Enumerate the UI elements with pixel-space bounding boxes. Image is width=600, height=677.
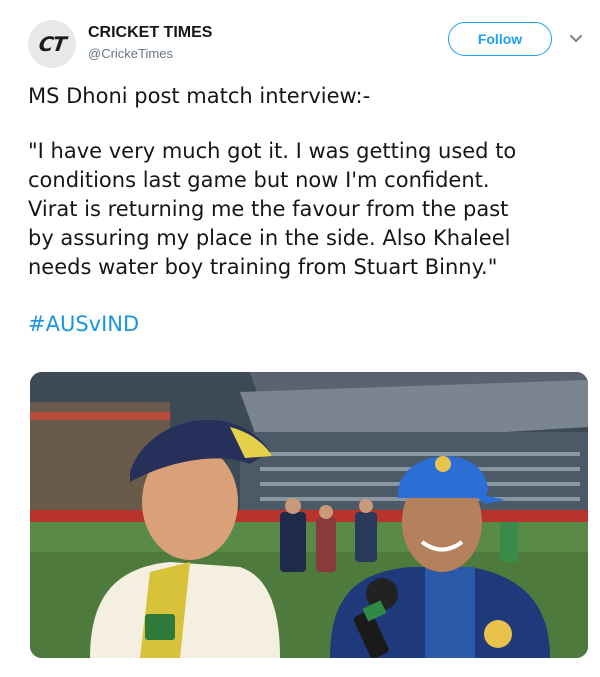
follow-button[interactable]: Follow	[448, 22, 552, 56]
tweet-line: MS Dhoni post match interview:-	[28, 84, 371, 108]
tweet-quote: "I have very much got it. I was getting …	[28, 139, 517, 279]
author-handle[interactable]: @CrickeTimes	[88, 46, 173, 61]
tweet-media-photo[interactable]: G	[30, 372, 588, 658]
hashtag-link[interactable]: #AUSvIND	[28, 312, 139, 336]
tweet-text: MS Dhoni post match interview:- "I have …	[28, 82, 588, 339]
chevron-down-icon[interactable]	[568, 30, 584, 46]
interview-photo: G	[30, 372, 588, 658]
avatar[interactable]: CT	[28, 20, 76, 68]
tweet-header: CT CRICKET TIMES @CrickeTimes Follow	[28, 18, 588, 68]
author-name[interactable]: CRICKET TIMES	[88, 24, 212, 42]
avatar-logo: CT	[37, 32, 67, 56]
